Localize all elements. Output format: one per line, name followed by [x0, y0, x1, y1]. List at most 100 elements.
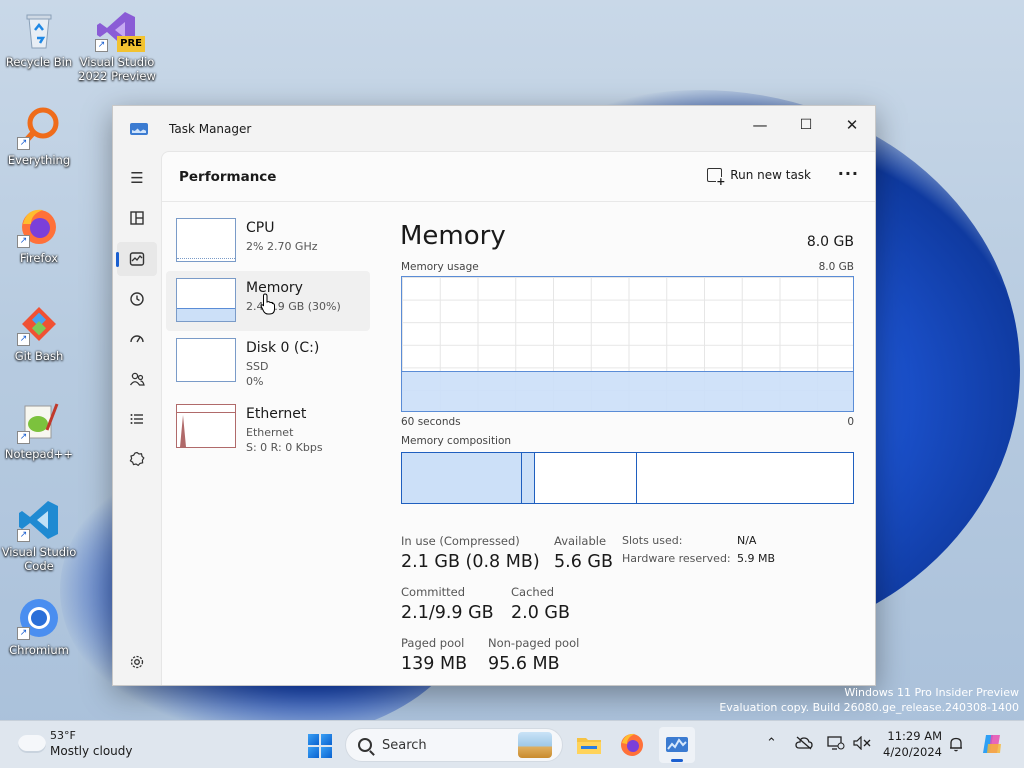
memory-composition-bar: [401, 452, 854, 504]
services-icon[interactable]: [117, 442, 157, 476]
desktop-icon-label: Recycle Bin: [5, 55, 73, 69]
desktop-icon-label: Firefox: [19, 251, 59, 265]
graph-zero-label: 0: [847, 416, 854, 428]
committed-value: 2.1/9.9 GB: [401, 603, 494, 623]
device-name: CPU: [246, 220, 275, 236]
weather-temperature: 53°F: [50, 729, 76, 742]
time-span-label: 60 seconds: [401, 416, 461, 428]
device-item-memory[interactable]: Memory 2.4/7.9 GB (30%): [166, 271, 370, 331]
device-detail: 2% 2.70 GHz: [246, 240, 318, 253]
cloud-offline-icon[interactable]: [795, 736, 813, 754]
non-paged-pool-value: 95.6 MB: [488, 654, 560, 674]
composition-modified-segment: [521, 453, 536, 503]
taskbar-file-explorer[interactable]: [571, 727, 607, 763]
memory-usage-graph: [401, 276, 854, 412]
in-use-label: In use (Compressed): [401, 534, 520, 548]
firefox-icon: ↗: [17, 204, 61, 248]
desktop-icon-label: Visual Studio 2022 Preview: [78, 55, 156, 83]
shortcut-arrow-icon: ↗: [17, 529, 30, 542]
run-new-task-button[interactable]: Run new task: [707, 168, 811, 188]
in-use-value: 2.1 GB (0.8 MB): [401, 552, 540, 572]
windows-logo-tile: [321, 734, 332, 745]
desktop-icon-everything[interactable]: ↗ Everything: [0, 106, 78, 167]
memory-composition-label: Memory composition: [401, 435, 512, 447]
taskbar-task-manager[interactable]: [659, 727, 695, 763]
cached-value: 2.0 GB: [511, 603, 570, 623]
memory-title: Memory: [400, 221, 506, 251]
device-item-ethernet[interactable]: Ethernet Ethernet S: 0 R: 0 Kbps: [166, 397, 370, 457]
hamburger-menu-icon[interactable]: ☰: [117, 161, 157, 195]
device-detail: Ethernet: [246, 426, 294, 439]
firefox-icon: [621, 733, 643, 756]
app-history-icon[interactable]: [117, 282, 157, 316]
copilot-icon[interactable]: [980, 732, 1004, 760]
notifications-bell-icon[interactable]: [948, 736, 964, 756]
title-bar[interactable]: Task Manager — ☐ ✕: [113, 106, 875, 151]
git-bash-icon: ↗: [17, 302, 61, 346]
taskbar-firefox[interactable]: [614, 727, 650, 763]
device-name: Ethernet: [246, 406, 307, 422]
desktop-icon-chromium[interactable]: ↗ Chromium: [0, 596, 78, 657]
device-item-disk[interactable]: Disk 0 (C:) SSD 0%: [166, 331, 370, 391]
memory-usage-fill: [402, 370, 853, 411]
shortcut-arrow-icon: ↗: [17, 235, 30, 248]
desktop-icon-git-bash[interactable]: ↗ Git Bash: [0, 302, 78, 363]
task-manager-app-icon: [130, 123, 148, 135]
file-explorer-icon: [577, 738, 601, 754]
device-detail: 0%: [246, 375, 264, 388]
start-button[interactable]: [308, 734, 332, 758]
performance-icon[interactable]: [116, 242, 157, 276]
desktop-icon-firefox[interactable]: ↗ Firefox: [0, 204, 78, 265]
clock-time: 11:29 AM: [887, 729, 942, 743]
memory-total: 8.0 GB: [806, 234, 854, 250]
device-name: Disk 0 (C:): [246, 340, 320, 356]
desktop-icon-recycle-bin[interactable]: Recycle Bin: [0, 8, 78, 69]
watermark-line-2: Evaluation copy. Build 26080.ge_release.…: [719, 701, 1019, 714]
desktop-icon-label: Git Bash: [14, 349, 64, 363]
memory-usage-label: Memory usage: [401, 261, 479, 273]
shortcut-arrow-icon: ↗: [95, 39, 108, 52]
chromium-icon: ↗: [17, 596, 61, 640]
vscode-icon: ↗: [17, 498, 61, 542]
weather-description: Mostly cloudy: [50, 744, 133, 758]
minimize-button[interactable]: —: [737, 110, 783, 140]
search-placeholder: Search: [382, 738, 427, 753]
taskbar-clock[interactable]: 11:29 AM 4/20/2024: [883, 728, 942, 760]
memory-usage-max: 8.0 GB: [818, 261, 854, 273]
hardware-reserved-value: 5.9 MB: [737, 552, 776, 565]
network-display-icon[interactable]: [827, 736, 845, 754]
desktop-icon-label: Visual Studio Code: [1, 545, 77, 573]
task-manager-window: Task Manager — ☐ ✕ ☰ Performance + Run n…: [112, 105, 876, 686]
users-icon[interactable]: [117, 362, 157, 396]
processes-icon[interactable]: [117, 201, 157, 235]
windows-logo-tile: [321, 747, 332, 758]
settings-gear-icon[interactable]: [117, 645, 157, 679]
desktop-icon-visual-studio-preview[interactable]: PRE ↗ Visual Studio 2022 Preview: [78, 8, 156, 83]
desktop-icon-vscode[interactable]: ↗ Visual Studio Code: [0, 498, 78, 573]
desktop-icon-notepad-plus-plus[interactable]: ↗ Notepad++: [0, 400, 78, 461]
disk-thumbnail-graph: [176, 338, 236, 382]
details-icon[interactable]: [117, 402, 157, 436]
device-item-cpu[interactable]: CPU 2% 2.70 GHz: [166, 211, 370, 271]
cpu-thumbnail-graph: [176, 218, 236, 262]
device-detail: S: 0 R: 0 Kbps: [246, 441, 323, 454]
more-options-button[interactable]: ···: [838, 164, 859, 183]
maximize-button[interactable]: ☐: [783, 110, 829, 140]
windows-logo-tile: [308, 734, 319, 745]
startup-apps-icon[interactable]: [117, 322, 157, 356]
device-detail: SSD: [246, 360, 269, 373]
taskbar-search-box[interactable]: Search: [345, 728, 563, 762]
taskbar: 53°F Mostly cloudy Search ⌃ 11:29 AM 4/2…: [0, 720, 1024, 768]
available-value: 5.6 GB: [554, 552, 613, 572]
tray-overflow-chevron-icon[interactable]: ⌃: [766, 736, 777, 751]
hardware-reserved-label: Hardware reserved:: [622, 552, 731, 565]
committed-label: Committed: [401, 585, 466, 599]
window-title: Task Manager: [169, 122, 252, 136]
search-icon: [358, 738, 372, 752]
composition-free-segment: [637, 453, 853, 503]
hand-cursor-icon: [260, 293, 275, 315]
watermark-line-1: Windows 11 Pro Insider Preview: [844, 686, 1019, 699]
close-button[interactable]: ✕: [829, 110, 875, 140]
clock-date: 4/20/2024: [883, 745, 942, 759]
volume-muted-icon[interactable]: [853, 735, 871, 754]
